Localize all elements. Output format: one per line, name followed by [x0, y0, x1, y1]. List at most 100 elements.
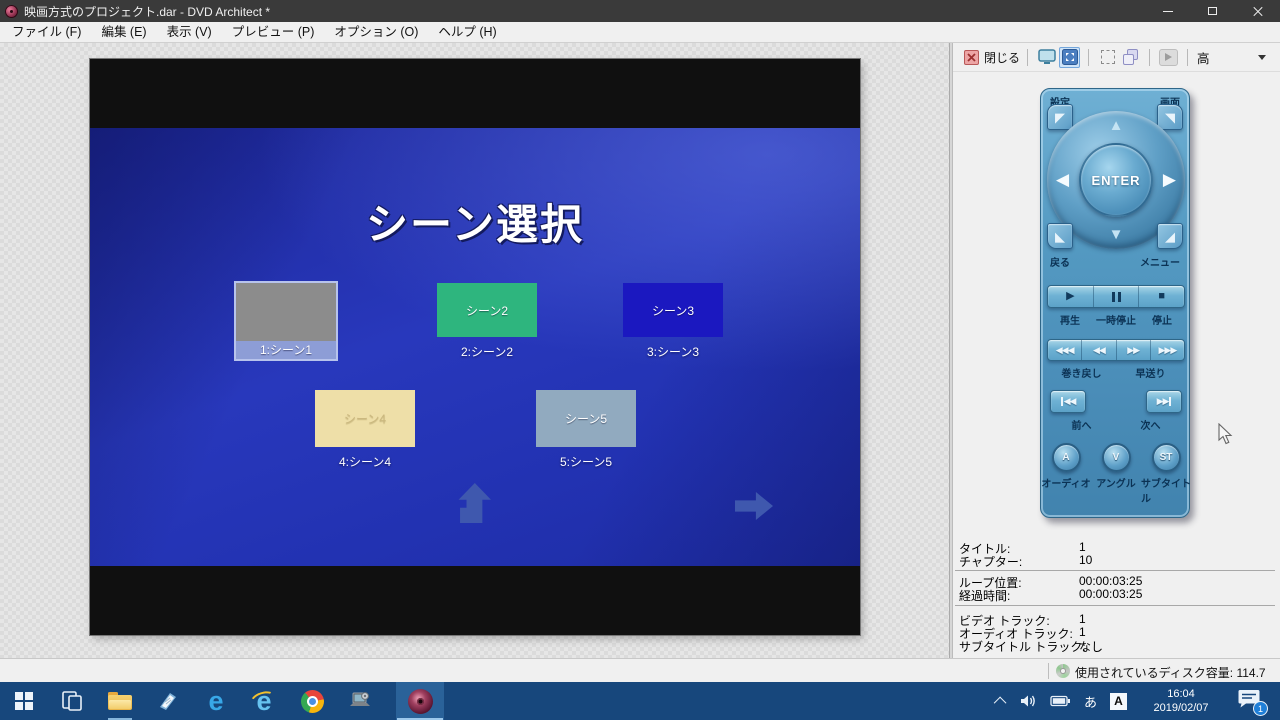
scene-item-2[interactable]: シーン2 2:シーン2 — [437, 283, 537, 360]
scene-item-5[interactable]: シーン5 5:シーン5 — [536, 390, 636, 470]
close-button[interactable] — [1235, 0, 1280, 22]
dvd-architect-taskbar-button[interactable] — [396, 682, 444, 720]
corner-triangle-icon: ◥ — [1165, 111, 1175, 124]
dpad-right-button[interactable]: ▶ — [1163, 171, 1176, 188]
corner-triangle-icon: ◣ — [1055, 230, 1065, 243]
quality-dropdown-value[interactable]: 高 — [1197, 48, 1210, 67]
statusbar-separator — [1048, 663, 1049, 679]
info-value: 00:00:03:25 — [1079, 574, 1142, 588]
scene-item-3[interactable]: シーン3 3:シーン3 — [623, 283, 723, 360]
remote-menu-label: メニュー — [1140, 254, 1180, 269]
menu-file[interactable]: ファイル (F) — [2, 22, 91, 42]
internet-explorer-button[interactable]: e — [240, 682, 288, 720]
chrome-icon — [301, 690, 324, 713]
action-center-button[interactable]: 1 — [1236, 687, 1266, 715]
menu-options[interactable]: オプション (O) — [324, 22, 428, 42]
forward-button[interactable]: ▶▶ — [1116, 340, 1150, 360]
remote-screen-button[interactable]: ◥ — [1157, 104, 1183, 130]
dvd-architect-icon — [408, 689, 433, 714]
remote-settings-button[interactable]: ◤ — [1047, 104, 1073, 130]
file-explorer-button[interactable] — [96, 682, 144, 720]
battery-icon[interactable] — [1050, 694, 1071, 708]
play-icon: ▶ — [1066, 291, 1074, 302]
subtitle-button[interactable]: ST — [1152, 443, 1181, 472]
stop-button[interactable]: ■ — [1138, 286, 1184, 307]
ime-language-icon[interactable]: あ — [1084, 692, 1097, 711]
copy-frame-button[interactable] — [1120, 47, 1141, 68]
enter-button[interactable]: ENTER — [1079, 143, 1153, 217]
rewind-label: 巻き戻し — [1047, 365, 1116, 380]
rewind-fast-button[interactable]: ◀◀◀ — [1048, 340, 1081, 360]
info-label: 経過時間: — [959, 587, 1010, 604]
chrome-button[interactable] — [288, 682, 336, 720]
play-button[interactable]: ▶ — [1048, 286, 1093, 307]
transport-buttons: ▶ ■ — [1047, 285, 1185, 308]
info-value: 1 — [1079, 540, 1086, 554]
rewind-button[interactable]: ◀◀ — [1081, 340, 1115, 360]
task-view-button[interactable] — [48, 682, 96, 720]
playback-info-panel: タイトル: 1 チャプター: 10 ループ位置: 00:00:03:25 経過時… — [953, 538, 1280, 656]
info-row-loop: ループ位置: 00:00:03:25 — [953, 574, 1280, 587]
size-to-window-button[interactable] — [1059, 47, 1080, 68]
rewind-fast-icon: ◀◀◀ — [1056, 346, 1074, 355]
taskbar: e e — [0, 682, 1280, 720]
scene-thumbnail-2: シーン2 — [437, 283, 537, 337]
track-buttons: A オーディオ V アングル ST サブタイトル — [1041, 443, 1191, 505]
angle-button[interactable]: V — [1102, 443, 1131, 472]
close-preview-button[interactable]: 閉じる — [964, 49, 1020, 66]
remote-menu-button[interactable]: ◢ — [1157, 223, 1183, 249]
remote-back-label: 戻る — [1050, 254, 1070, 269]
app-disc-icon — [5, 5, 18, 18]
external-monitor-button[interactable] — [1036, 47, 1057, 68]
forward-fast-button[interactable]: ▶▶▶ — [1150, 340, 1184, 360]
volume-icon[interactable] — [1019, 693, 1037, 709]
close-preview-label: 閉じる — [984, 49, 1020, 66]
prev-bar-icon — [1061, 397, 1063, 406]
edge-button[interactable]: e — [192, 682, 240, 720]
notepad-button[interactable] — [144, 682, 192, 720]
audio-label: オーディオ — [1041, 475, 1090, 490]
ime-mode-icon[interactable]: A — [1110, 693, 1127, 710]
toolbar-separator — [1088, 49, 1089, 66]
remote-back-button[interactable]: ◣ — [1047, 223, 1073, 249]
dpad-down-button[interactable]: ▼ — [1109, 227, 1124, 242]
utility-app-button[interactable] — [336, 682, 384, 720]
scene-item-4[interactable]: シーン4 4:シーン4 — [315, 390, 415, 470]
start-button[interactable] — [0, 682, 48, 720]
tray-expand-icon[interactable] — [994, 696, 1007, 709]
seek-buttons: ◀◀◀ ◀◀ ▶▶ ▶▶▶ — [1047, 339, 1185, 361]
previous-button[interactable]: ◀◀ — [1050, 390, 1086, 413]
maximize-button[interactable] — [1190, 0, 1235, 22]
folder-icon — [108, 692, 132, 710]
info-value: 1 — [1079, 625, 1086, 639]
scene-thumb-text-2: シーン2 — [466, 302, 508, 319]
prev-next-labels: 前へ 次へ — [1047, 417, 1185, 432]
menu-next-arrow-icon[interactable] — [735, 492, 773, 520]
quality-dropdown-arrow-icon[interactable] — [1258, 55, 1266, 60]
forward-fast-icon: ▶▶▶ — [1158, 346, 1176, 355]
menu-view[interactable]: 表示 (V) — [157, 22, 222, 42]
safe-area-button[interactable] — [1097, 47, 1118, 68]
ie-icon: e — [250, 687, 278, 715]
dpad-up-button[interactable]: ▲ — [1109, 118, 1124, 133]
info-row-subtitle-track: サブタイトル トラック: なし — [953, 638, 1280, 651]
audio-button[interactable]: A — [1052, 443, 1081, 472]
close-x-icon — [964, 50, 979, 65]
taskbar-clock[interactable]: 16:04 2019/02/07 — [1140, 687, 1222, 715]
pause-button[interactable] — [1093, 286, 1139, 307]
menu-up-arrow-icon[interactable] — [455, 483, 491, 523]
minimize-button[interactable] — [1145, 0, 1190, 22]
menu-help[interactable]: ヘルプ (H) — [428, 22, 506, 42]
preview-panel: 閉じる — [953, 43, 1280, 658]
info-value: 1 — [1079, 612, 1086, 626]
menu-preview[interactable]: プレビュー (P) — [222, 22, 325, 42]
scene-thumbnail-3: シーン3 — [623, 283, 723, 337]
info-label: チャプター: — [959, 553, 1022, 570]
next-button[interactable]: ▶▶ — [1146, 390, 1182, 413]
play-from-button[interactable] — [1158, 47, 1179, 68]
prev-icon: ◀◀ — [1064, 397, 1076, 406]
windows-logo-icon — [15, 692, 33, 710]
menu-edit[interactable]: 編集 (E) — [91, 22, 156, 42]
scene-item-1-selected[interactable]: 1:シーン1 — [234, 281, 338, 361]
dpad-left-button[interactable]: ◀ — [1056, 171, 1069, 188]
